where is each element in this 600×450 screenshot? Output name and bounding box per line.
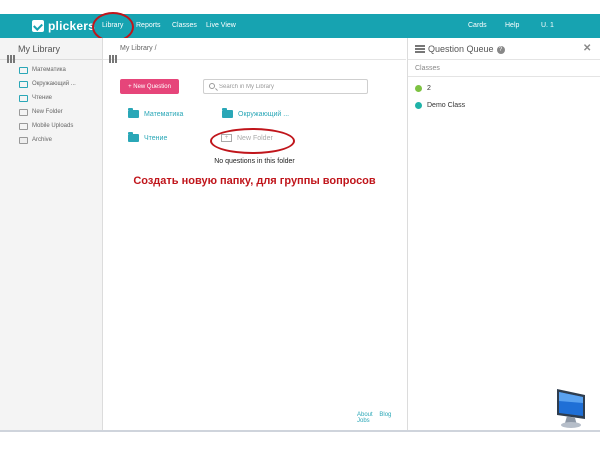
plickers-logo[interactable]: plickers [32, 18, 95, 34]
library-search[interactable] [203, 79, 368, 94]
nav-cards[interactable]: Cards [468, 14, 487, 38]
question-queue-panel: Question Queue? ✕ Classes 2 Demo Class [407, 38, 600, 430]
class-item-2[interactable]: 2 [415, 83, 431, 93]
queue-title: Question Queue? [428, 44, 505, 54]
nav-classes[interactable]: Classes [172, 14, 197, 38]
sidebar-item-archive[interactable]: Archive [19, 135, 52, 145]
folder-icon [19, 80, 28, 88]
folder-icon [19, 94, 28, 102]
main-header: My Library / [103, 38, 406, 63]
nav-reports[interactable]: Reports [136, 14, 161, 38]
footer-link-jobs[interactable]: Jobs [357, 418, 370, 424]
annotation-caption: Создать новую папку, для группы вопросов [133, 175, 376, 187]
sidebar: My Library Математика Окружающий ... Чте… [0, 38, 103, 430]
queue-icon [415, 45, 425, 53]
new-question-button[interactable]: + New Question [120, 79, 179, 94]
folder-label: Математика [144, 110, 184, 118]
folder-chtenie[interactable]: Чтение [128, 132, 167, 144]
sidebar-item-matematika[interactable]: Математика [19, 65, 66, 75]
sidebar-item-okruzhayushchiy[interactable]: Окружающий ... [19, 79, 76, 89]
footer-link-blog[interactable]: Blog [379, 412, 391, 418]
folder-label: Чтение [144, 134, 168, 142]
top-nav-bar: plickers Library Reports Classes Live Vi… [0, 14, 600, 38]
breadcrumb[interactable]: My Library / [120, 45, 157, 52]
library-main: My Library / + New Question Математика О… [103, 38, 406, 430]
annotation-oval-new-folder [210, 128, 295, 154]
queue-header: Question Queue? ✕ [408, 38, 600, 60]
upload-icon [19, 122, 28, 130]
nav-help[interactable]: Help [505, 14, 519, 38]
folder-icon [128, 108, 139, 118]
nav-user-menu[interactable]: U. 1 [541, 14, 554, 38]
logo-text: plickers [48, 19, 95, 33]
help-icon[interactable]: ? [496, 45, 505, 54]
queue-title-text: Question Queue [428, 44, 494, 54]
sidebar-item-label: Archive [32, 137, 53, 143]
divider [408, 76, 600, 77]
page: plickers Library Reports Classes Live Vi… [0, 0, 600, 450]
folder-icon [19, 66, 28, 74]
close-icon[interactable]: ✕ [583, 43, 591, 54]
search-icon [209, 83, 215, 89]
computer-monitor-icon [557, 389, 585, 428]
sidebar-item-label: New Folder [32, 109, 63, 115]
class-item-demo-class[interactable]: Demo Class [415, 100, 465, 110]
classes-label: Classes [415, 65, 440, 72]
sidebar-item-chtenie[interactable]: Чтение [19, 93, 52, 103]
new-folder-icon [19, 108, 28, 116]
sidebar-item-mobile-uploads[interactable]: Mobile Uploads [19, 121, 73, 131]
bottom-blank [0, 432, 600, 450]
books-icon [109, 45, 118, 63]
sidebar-item-label: Чтение [32, 95, 53, 101]
checkmark-logo-icon [32, 20, 44, 32]
sidebar-title: My Library [18, 44, 61, 54]
folder-label: Окружающий ... [238, 110, 290, 118]
folder-icon [222, 108, 233, 118]
folder-icon [128, 132, 139, 142]
class-color-dot [415, 101, 422, 109]
books-icon [7, 45, 16, 63]
archive-icon [19, 136, 28, 144]
sidebar-item-label: Окружающий ... [32, 81, 76, 87]
search-input[interactable] [219, 82, 364, 92]
nav-live-view[interactable]: Live View [206, 14, 236, 38]
class-color-dot [415, 84, 422, 92]
class-label: 2 [427, 84, 431, 92]
sidebar-item-new-folder[interactable]: New Folder [19, 107, 63, 117]
empty-folder-message: No questions in this folder [214, 158, 295, 165]
sidebar-header: My Library [0, 38, 103, 63]
class-label: Demo Class [427, 101, 466, 109]
sidebar-item-label: Mobile Uploads [32, 123, 74, 129]
folder-okruzhayushchiy[interactable]: Окружающий ... [222, 108, 289, 120]
sidebar-item-label: Математика [32, 67, 66, 73]
footer-links: About Blog Jobs [357, 412, 406, 424]
folder-matematika[interactable]: Математика [128, 108, 183, 120]
